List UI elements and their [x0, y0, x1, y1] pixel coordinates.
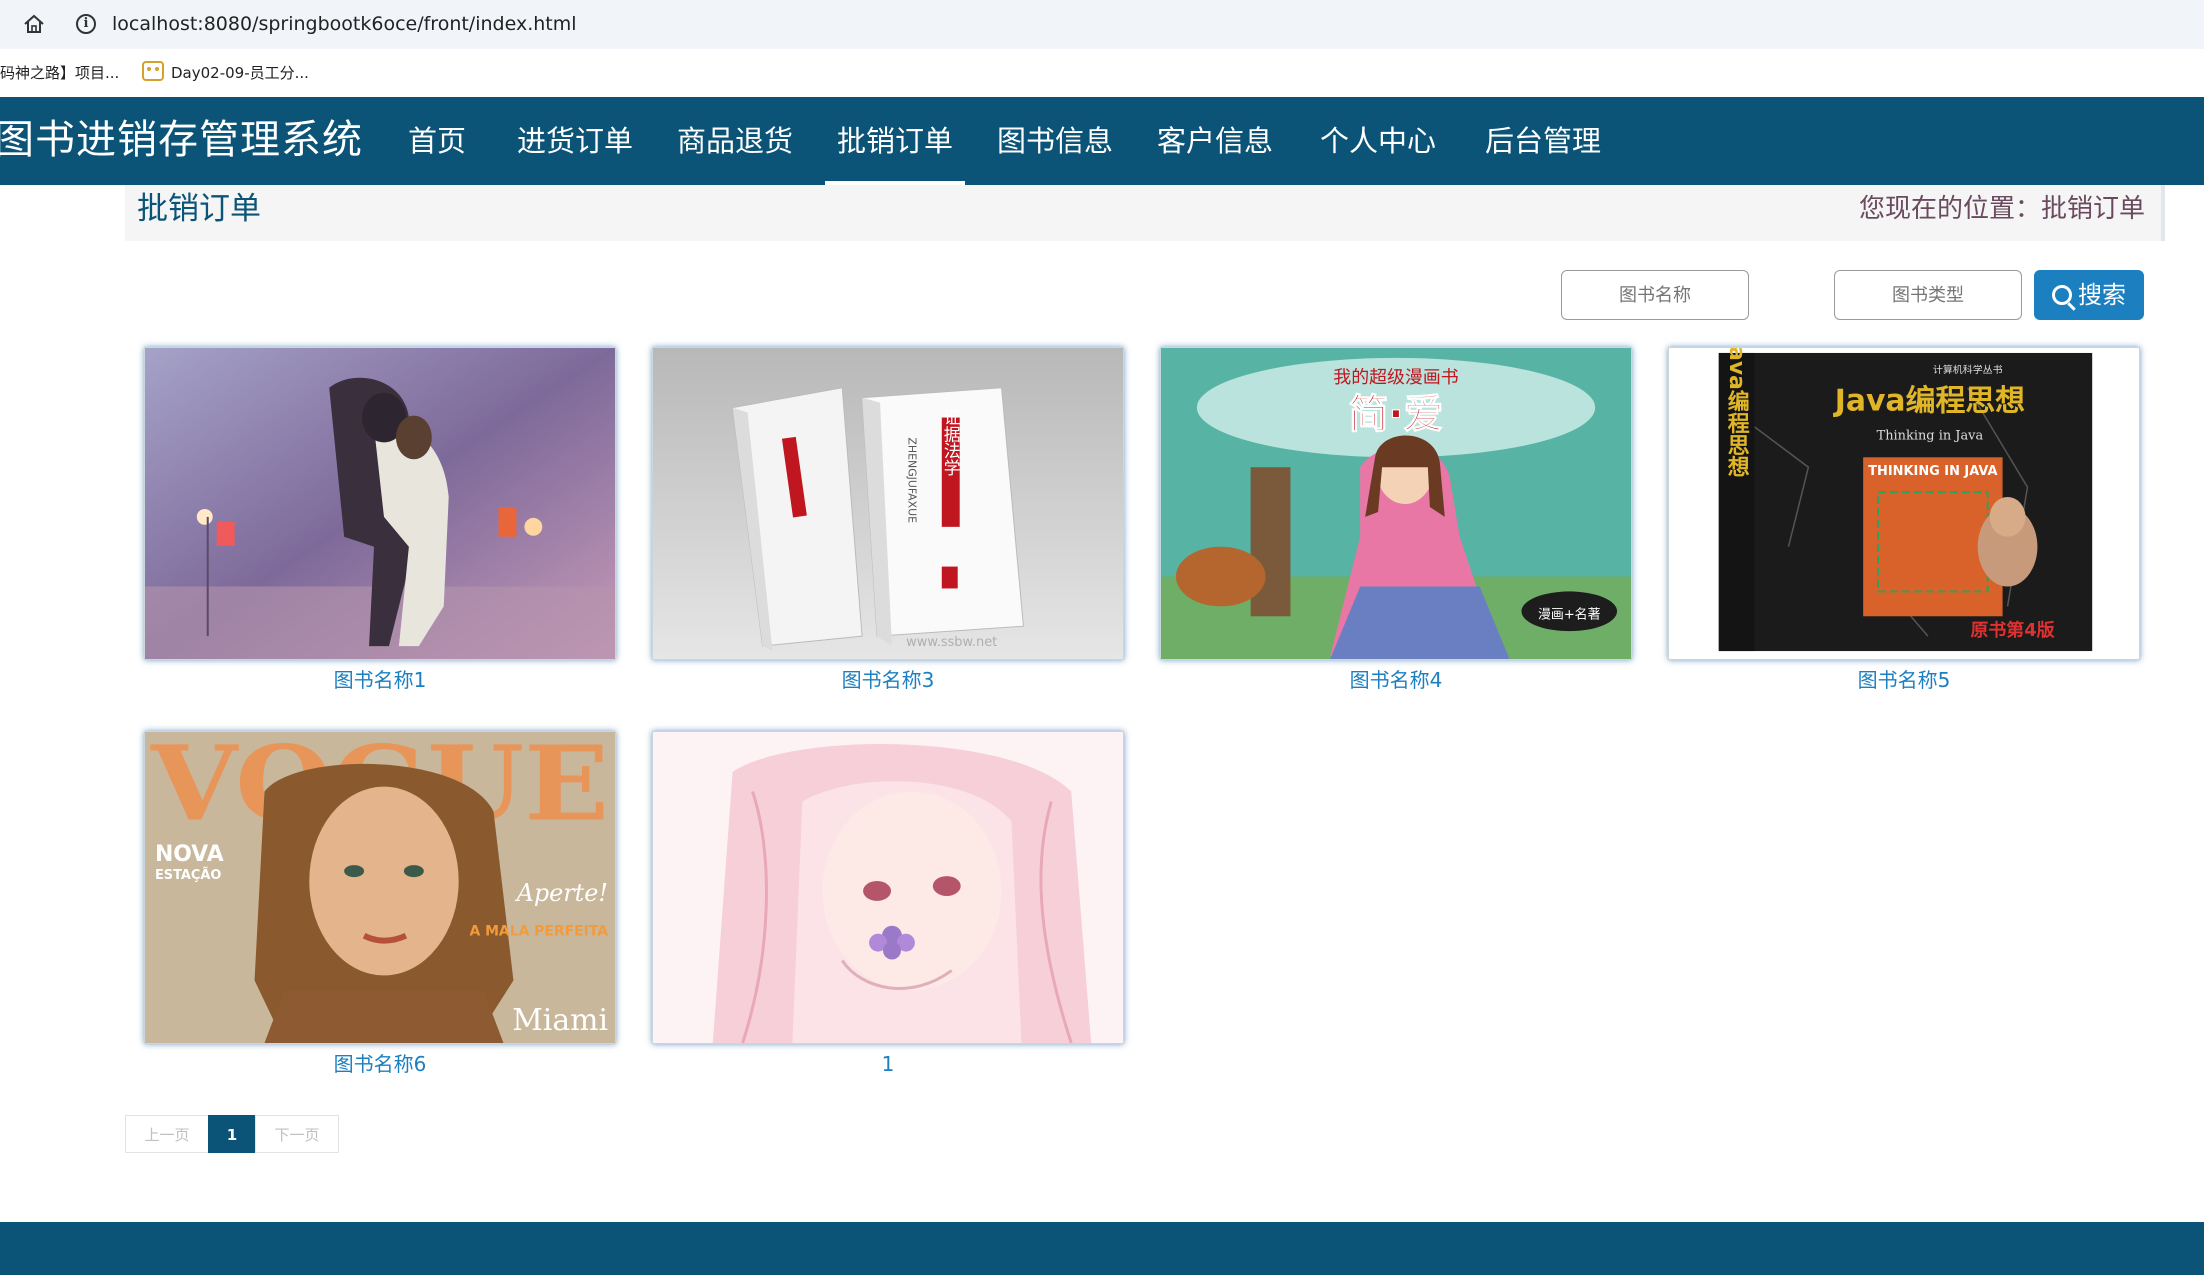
svg-text:简·爱: 简·爱	[1349, 392, 1444, 438]
svg-text:NOVA: NOVA	[155, 842, 224, 867]
evidence-law-book-image: 证据法学 ZHENGJUFAXUE www.ssbw.net	[653, 348, 1123, 659]
nav-returns[interactable]: 商品退货	[677, 97, 793, 185]
book-card[interactable]: 我的超级漫画书 简·爱 漫画+名著 图书名称4	[1160, 347, 1632, 694]
svg-text:漫画+名著: 漫画+名著	[1538, 606, 1601, 622]
book-cover-image[interactable]: 我的超级漫画书 简·爱 漫画+名著	[1160, 347, 1632, 660]
book-name-link[interactable]: 1	[652, 1050, 1124, 1078]
svg-text:证据法学: 证据法学	[941, 408, 961, 476]
book-cover-image[interactable]	[652, 731, 1124, 1044]
site-header: 图书进销存管理系统 首页 进货订单 商品退货 批销订单 图书信息 客户信息 个人…	[0, 97, 2204, 185]
breadcrumb: 批销订单 您现在的位置：批销订单	[125, 185, 2165, 241]
nav-home[interactable]: 首页	[408, 97, 466, 185]
book-name-link[interactable]: 图书名称6	[144, 1050, 616, 1078]
nav-personal-center[interactable]: 个人中心	[1320, 97, 1436, 185]
page-title: 批销订单	[137, 191, 261, 227]
site-info-icon[interactable]: i	[76, 14, 96, 34]
book-cover-image[interactable]: VOGUE NOVA ESTAÇÃO Aperte! A MALA PERFEI…	[144, 731, 616, 1044]
java-book-image: Java编程思想 计算机科学丛书 Java编程思想 Thinking in Ja…	[1669, 348, 2139, 659]
nav-purchase-orders[interactable]: 进货订单	[517, 97, 633, 185]
next-page-button[interactable]: 下一页	[255, 1115, 339, 1153]
book-card[interactable]: VOGUE NOVA ESTAÇÃO Aperte! A MALA PERFEI…	[144, 731, 616, 1078]
nav-book-info[interactable]: 图书信息	[997, 97, 1113, 185]
svg-text:ZHENGJUFAXUE: ZHENGJUFAXUE	[905, 437, 918, 523]
svg-text:www.ssbw.net: www.ssbw.net	[906, 635, 997, 650]
nav-customer-info[interactable]: 客户信息	[1157, 97, 1273, 185]
url-field[interactable]: localhost:8080/springbootk6oce/front/ind…	[112, 10, 577, 38]
book-name-link[interactable]: 图书名称4	[1160, 666, 1632, 694]
book-card[interactable]: 证据法学 ZHENGJUFAXUE www.ssbw.net 图书名称3	[652, 347, 1124, 694]
bookmarks-bar: 码神之路】项目... Day02-09-员工分...	[0, 49, 2204, 97]
book-name-link[interactable]: 图书名称5	[1668, 666, 2140, 694]
book-card[interactable]: Java编程思想 计算机科学丛书 Java编程思想 Thinking in Ja…	[1668, 347, 2140, 694]
book-name-link[interactable]: 图书名称1	[144, 666, 616, 694]
vogue-magazine-image: VOGUE NOVA ESTAÇÃO Aperte! A MALA PERFEI…	[145, 732, 615, 1043]
book-card[interactable]: 图书名称1	[144, 347, 616, 694]
bookmark-2[interactable]: Day02-09-员工分...	[171, 62, 309, 83]
book-cover-image[interactable]	[144, 347, 616, 660]
svg-text:Miami: Miami	[512, 1003, 608, 1038]
site-title: 图书进销存管理系统	[0, 117, 363, 163]
svg-text:A MALA PERFEITA: A MALA PERFEITA	[469, 924, 608, 940]
home-icon[interactable]	[22, 13, 46, 35]
svg-text:Java编程思想: Java编程思想	[1833, 384, 2025, 419]
svg-text:ESTAÇÃO: ESTAÇÃO	[155, 867, 222, 883]
search-button-label: 搜索	[2078, 281, 2126, 309]
book-cover-image[interactable]: Java编程思想 计算机科学丛书 Java编程思想 Thinking in Ja…	[1668, 347, 2140, 660]
jane-eyre-comic-image: 我的超级漫画书 简·爱 漫画+名著	[1161, 348, 1631, 659]
browser-address-bar: i localhost:8080/springbootk6oce/front/i…	[0, 0, 2204, 49]
svg-text:我的超级漫画书: 我的超级漫画书	[1333, 367, 1458, 388]
anime-girl-image	[653, 732, 1123, 1043]
svg-text:原书第4版: 原书第4版	[1970, 619, 2054, 641]
book-name-link[interactable]: 图书名称3	[652, 666, 1124, 694]
svg-text:Thinking in Java: Thinking in Java	[1877, 428, 1984, 443]
book-cover-image[interactable]: 证据法学 ZHENGJUFAXUE www.ssbw.net	[652, 347, 1124, 660]
current-page-button[interactable]: 1	[208, 1115, 256, 1153]
site-footer	[0, 1222, 2204, 1275]
current-location: 您现在的位置：批销订单	[1858, 194, 2145, 224]
svg-text:THINKING IN JAVA: THINKING IN JAVA	[1868, 464, 1997, 479]
bilibili-icon	[142, 61, 164, 81]
search-icon	[2052, 285, 2072, 305]
svg-text:计算机科学丛书: 计算机科学丛书	[1933, 363, 2003, 376]
prev-page-button[interactable]: 上一页	[125, 1115, 209, 1153]
nav-admin[interactable]: 后台管理	[1485, 97, 1601, 185]
couple-photo-image	[145, 348, 615, 659]
nav-wholesale-orders[interactable]: 批销订单	[824, 97, 966, 185]
svg-text:Java编程思想: Java编程思想	[1724, 348, 1749, 478]
svg-text:Aperte!: Aperte!	[515, 879, 608, 907]
book-card[interactable]: 1	[652, 731, 1124, 1078]
book-name-input[interactable]	[1561, 270, 1749, 320]
book-type-input[interactable]	[1834, 270, 2022, 320]
search-button[interactable]: 搜索	[2034, 270, 2144, 320]
bookmark-1[interactable]: 码神之路】项目...	[0, 62, 119, 83]
